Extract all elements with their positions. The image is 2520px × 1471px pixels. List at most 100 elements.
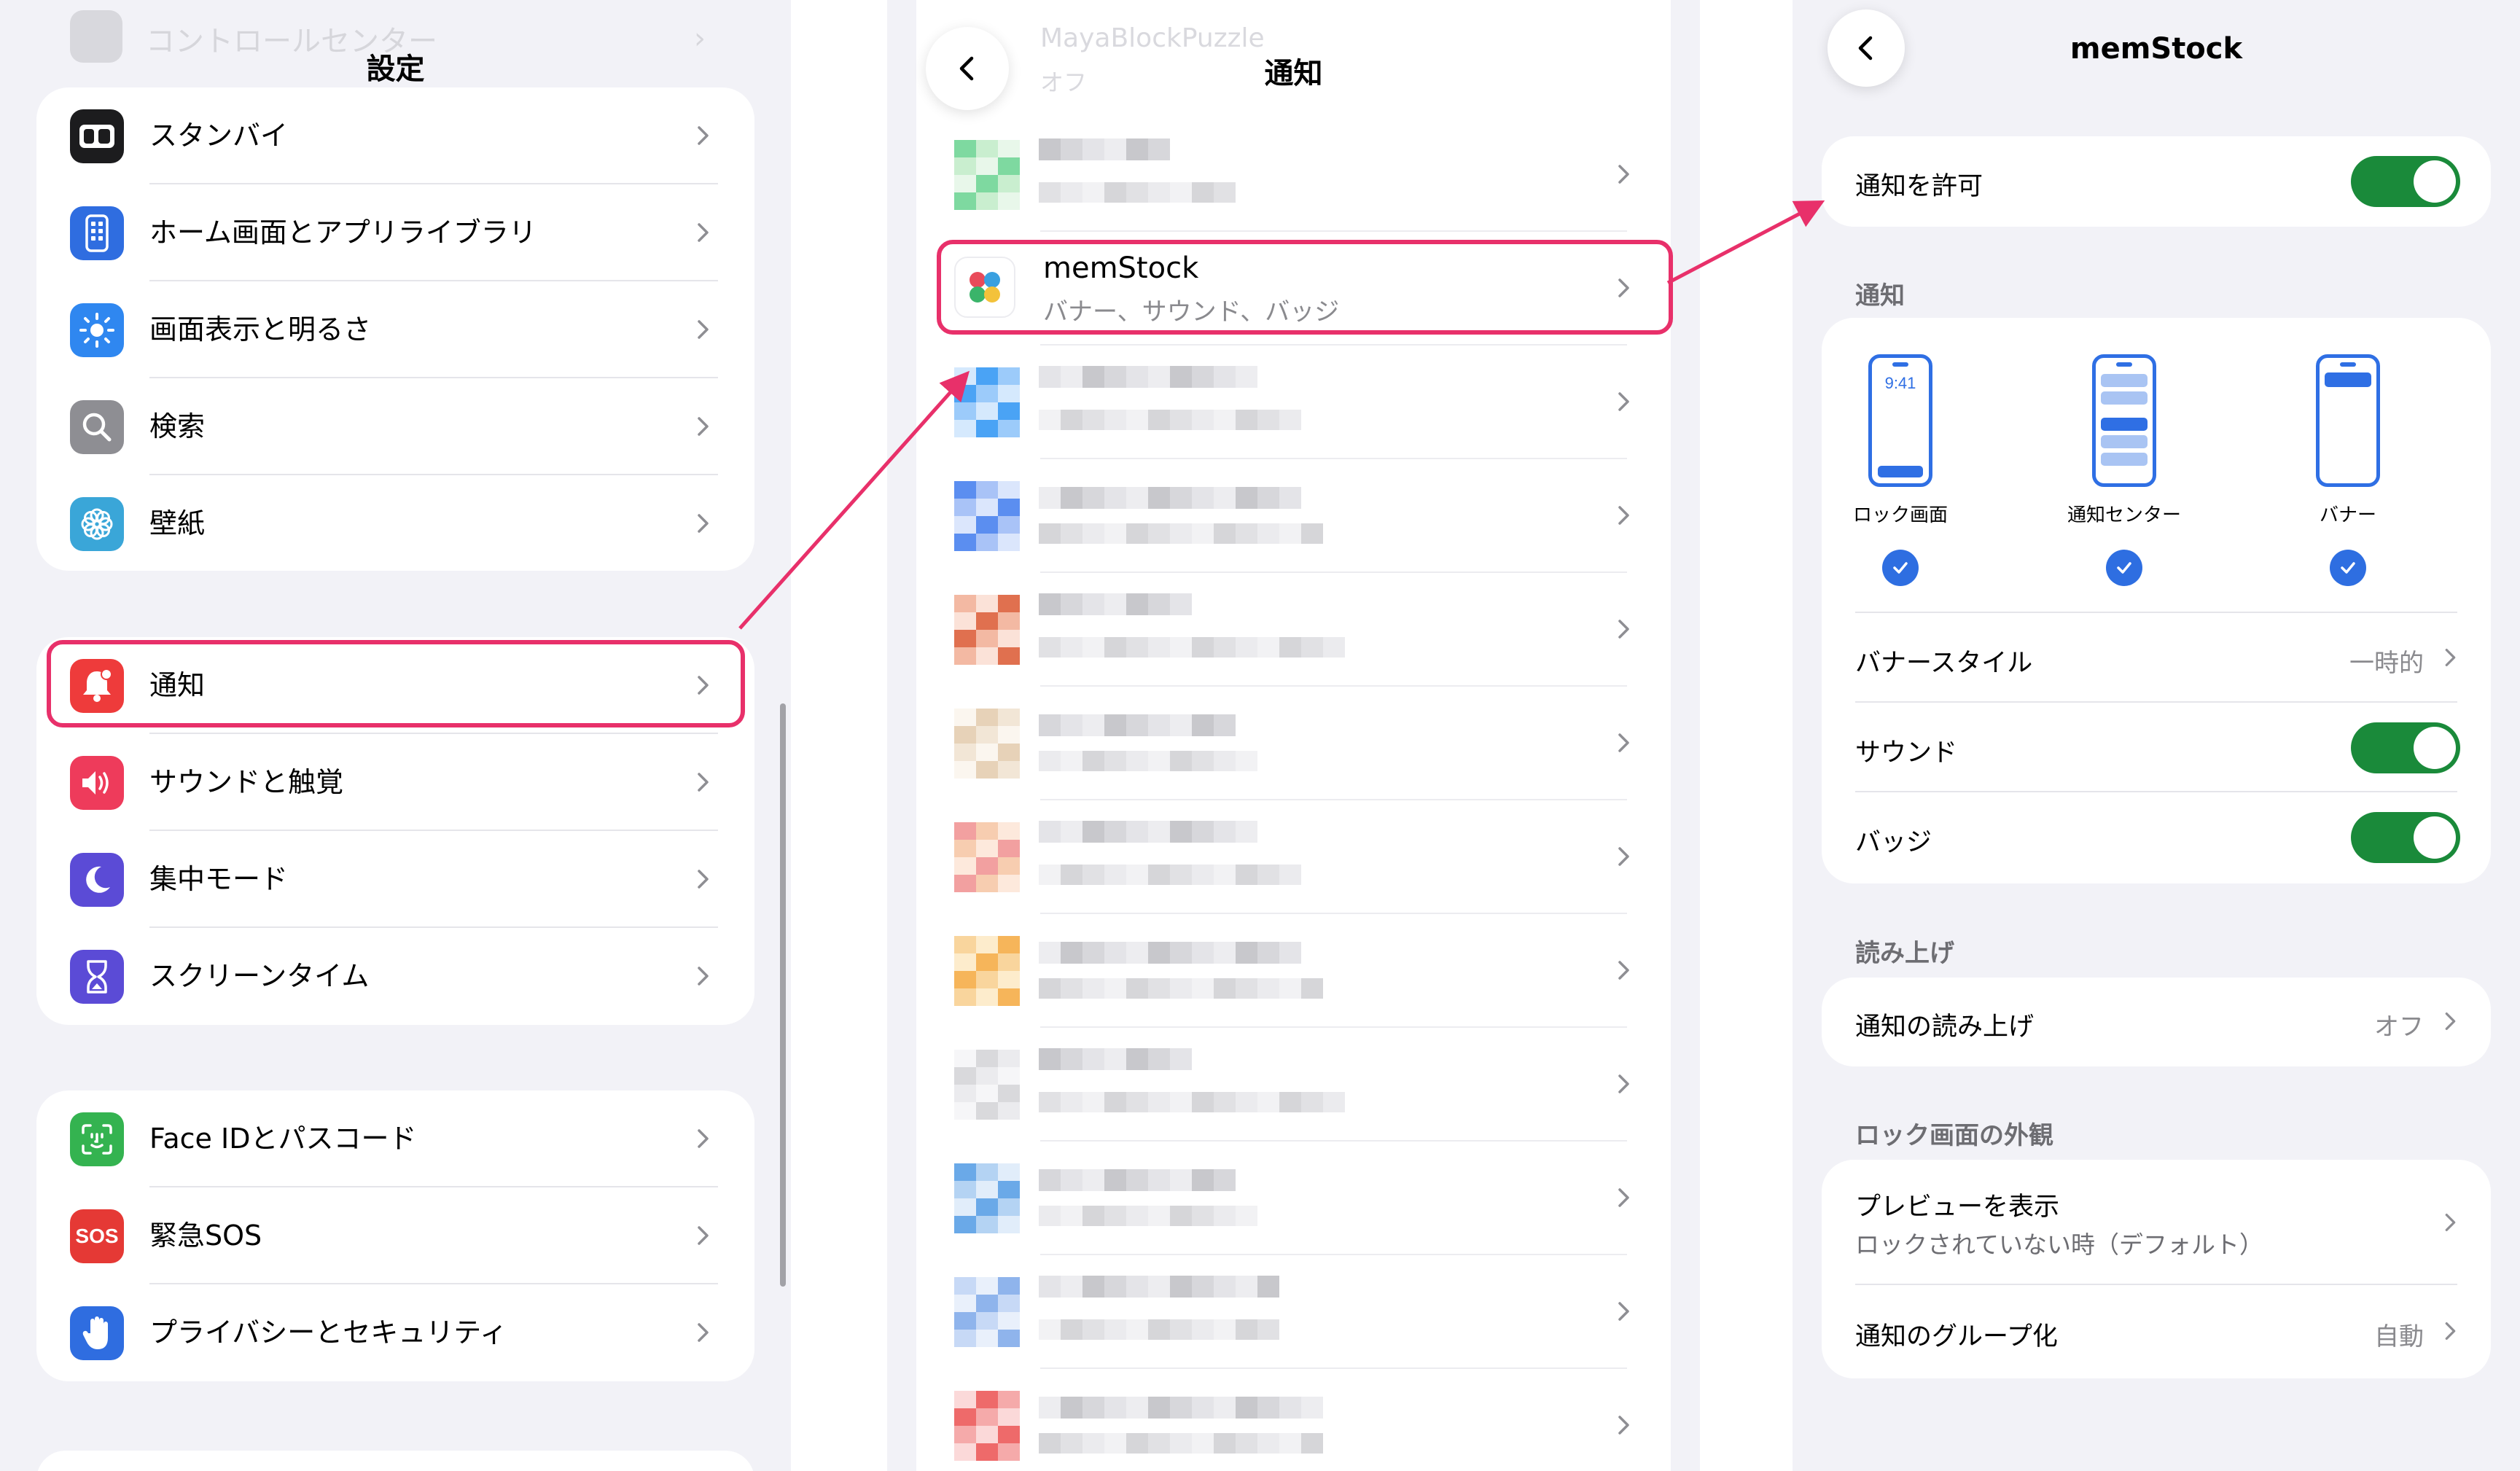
settings-group-partial: [36, 1451, 754, 1471]
settings-group-security: Face IDとパスコード SOS 緊急SOS プライバシーとセキュリティ: [36, 1090, 754, 1381]
app-row[interactable]: [916, 118, 1671, 232]
app-icon: [954, 709, 1020, 779]
badge-toggle[interactable]: [2351, 812, 2460, 863]
settings-item-wallpaper[interactable]: 壁紙: [36, 475, 754, 571]
app-text-redacted: [1039, 1162, 1345, 1242]
settings-item-standby[interactable]: スタンバイ: [36, 87, 754, 184]
chevron-right-icon: [698, 1129, 709, 1148]
app-icon: [954, 1391, 1020, 1461]
show-previews-value: ロックされていない時（デフォルト）: [1855, 1230, 2264, 1259]
app-text-redacted: [1039, 707, 1345, 787]
standby-icon: [70, 109, 124, 163]
chevron-right-icon: [1618, 961, 1629, 980]
app-row[interactable]: [916, 1028, 1671, 1142]
app-row[interactable]: [916, 346, 1671, 459]
chevron-right-icon: [698, 870, 709, 889]
show-previews-label: プレビューを表示: [1855, 1193, 2060, 1222]
sos-icon: SOS: [70, 1209, 124, 1263]
app-row[interactable]: [916, 573, 1671, 687]
settings-item-display-brightness[interactable]: 画面表示と明るさ: [36, 281, 754, 378]
settings-item-label: 緊急SOS: [149, 1220, 262, 1252]
settings-item-label: 壁紙: [149, 507, 206, 539]
back-button[interactable]: [926, 27, 1009, 110]
app-row[interactable]: [916, 1142, 1671, 1255]
app-text-redacted: [1039, 935, 1345, 1015]
app-row[interactable]: [916, 1369, 1671, 1471]
app-summary-memstock: バナー、サウンド、バッジ: [1043, 297, 1340, 327]
app-row[interactable]: [916, 1255, 1671, 1369]
settings-item-label: スクリーンタイム: [149, 960, 370, 992]
sound-toggle[interactable]: [2351, 722, 2460, 773]
app-text-redacted: [1039, 1389, 1345, 1470]
settings-item-label: 画面表示と明るさ: [149, 313, 372, 346]
app-row[interactable]: [916, 687, 1671, 800]
app-icon: [954, 481, 1020, 551]
app-icon: [954, 595, 1020, 665]
settings-group-display: スタンバイ ホーム画面とアプリライブラリ 画面表示と明るさ 検索 壁紙: [36, 87, 754, 571]
chevron-right-icon: [698, 320, 709, 339]
chevron-right-icon: [698, 126, 709, 145]
app-row[interactable]: [916, 800, 1671, 914]
app-notification-settings-panel: memStock 通知を許可 通知 9:41 ロック画面 通知センター バナー …: [1793, 0, 2520, 1471]
banner-phone-icon: [2316, 354, 2380, 487]
lock-screen-phone-icon: 9:41: [1868, 354, 1932, 487]
page-title: 設定: [366, 52, 425, 86]
notification-grouping-value: 自動: [2374, 1322, 2424, 1351]
scrollbar[interactable]: [780, 703, 786, 1287]
settings-item-emergency-sos[interactable]: SOS 緊急SOS: [36, 1187, 754, 1284]
banner-style-row[interactable]: バナースタイル 一時的: [1822, 613, 2491, 703]
chevron-right-icon: [698, 417, 709, 436]
chevron-right-icon: [698, 773, 709, 792]
app-row[interactable]: [916, 914, 1671, 1028]
chevron-right-icon: [2445, 1322, 2456, 1340]
chevron-right-icon: [2445, 649, 2456, 666]
settings-item-home-screen[interactable]: ホーム画面とアプリライブラリ: [36, 184, 754, 281]
chevron-left-icon: [959, 56, 974, 81]
settings-item-label: サウンドと触覚: [149, 766, 344, 798]
settings-item-screen-time[interactable]: スクリーンタイム: [36, 928, 754, 1025]
section-header-announce: 読み上げ: [1855, 939, 1954, 968]
chevron-right-icon: [1618, 1416, 1629, 1435]
app-icon: [954, 1050, 1020, 1120]
chevron-right-icon: [1618, 847, 1629, 866]
chevron-right-icon: [1618, 392, 1629, 411]
settings-item-label: プライバシーとセキュリティ: [149, 1316, 507, 1349]
alert-style-label: バナー: [2319, 504, 2376, 526]
settings-item-face-id[interactable]: Face IDとパスコード: [36, 1090, 754, 1187]
hourglass-icon: [70, 950, 124, 1004]
settings-item-label: スタンバイ: [149, 120, 289, 152]
checkmark-icon: [2330, 550, 2366, 586]
hand-icon: [70, 1306, 124, 1360]
allow-notifications-row: 通知を許可: [1822, 136, 2491, 227]
settings-item-search[interactable]: 検索: [36, 378, 754, 475]
allow-notifications-toggle[interactable]: [2351, 156, 2460, 207]
settings-item-sounds-haptics[interactable]: サウンドと触覚: [36, 734, 754, 831]
ghost-app-name: MayaBlockPuzzle: [1040, 23, 1265, 53]
show-previews-row[interactable]: プレビューを表示 ロックされていない時（デフォルト）: [1822, 1160, 2491, 1285]
chevron-right-icon: [698, 514, 709, 533]
settings-item-privacy[interactable]: プライバシーとセキュリティ: [36, 1284, 754, 1381]
banner-style-label: バナースタイル: [1855, 649, 2033, 678]
chevron-right-icon: [1618, 620, 1629, 639]
app-text-redacted: [1039, 593, 1345, 674]
announce-notifications-row[interactable]: 通知の読み上げ オフ: [1822, 978, 2491, 1066]
sound-row: サウンド: [1822, 703, 2491, 792]
settings-item-label: Face IDとパスコード: [149, 1123, 417, 1155]
notifications-highlight: [47, 640, 745, 727]
chevron-right-icon: [1618, 733, 1629, 752]
chevron-right-icon: [2445, 1012, 2456, 1030]
announce-value: オフ: [2374, 1012, 2424, 1042]
app-text-redacted: [1039, 1276, 1345, 1356]
lock-appearance-card: プレビューを表示 ロックされていない時（デフォルト） 通知のグループ化 自動: [1822, 1160, 2491, 1378]
app-row[interactable]: [916, 459, 1671, 573]
settings-item-focus[interactable]: 集中モード: [36, 831, 754, 928]
app-icon: [954, 1277, 1020, 1347]
app-icon: [954, 367, 1020, 437]
chevron-right-icon: [1618, 1074, 1629, 1093]
wallpaper-icon: [70, 497, 124, 551]
app-text-redacted: [1039, 821, 1345, 901]
app-text-redacted: [1039, 1048, 1345, 1128]
moon-icon: [70, 853, 124, 907]
notification-grouping-row[interactable]: 通知のグループ化 自動: [1822, 1285, 2491, 1378]
app-icon: [954, 822, 1020, 892]
